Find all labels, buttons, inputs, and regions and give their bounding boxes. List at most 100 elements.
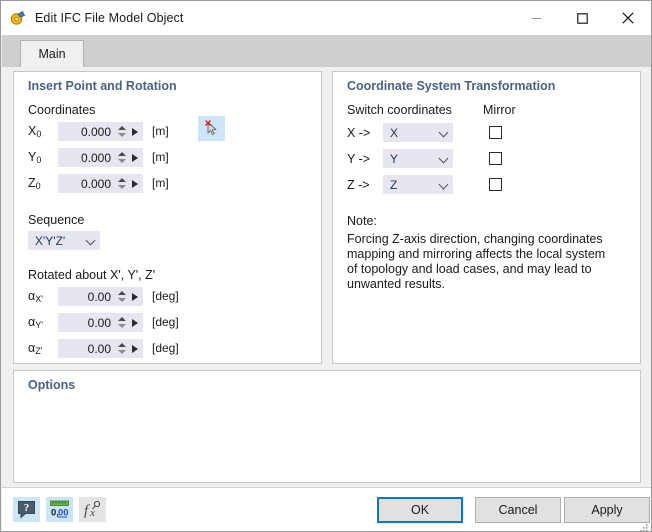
y0-stepper[interactable] (117, 149, 128, 166)
function-button[interactable]: f x (79, 497, 106, 522)
alpha-z-value: 0.00 (58, 342, 117, 356)
minimize-button[interactable] (513, 2, 559, 34)
apply-button-label: Apply (591, 503, 622, 517)
alpha-z-expand-icon[interactable] (131, 340, 140, 357)
y0-expand-icon[interactable] (131, 149, 140, 166)
tab-main-label: Main (38, 47, 65, 61)
alpha-x-stepper[interactable] (117, 288, 128, 305)
z0-value: 0.000 (58, 177, 117, 191)
coord-panel-title: Coordinate System Transformation (347, 79, 555, 93)
resize-grip[interactable] (639, 520, 649, 530)
switch-z-value: Z (390, 178, 437, 192)
decimal-places-icon: 0, 00 (46, 497, 73, 522)
chevron-down-icon (437, 149, 453, 168)
alpha-x-input[interactable]: 0.00 (58, 287, 143, 306)
alpha-y-input[interactable]: 0.00 (58, 313, 143, 332)
help-icon: ? (13, 497, 40, 522)
switch-z-select[interactable]: Z (383, 175, 453, 194)
cancel-button[interactable]: Cancel (475, 497, 561, 523)
switch-y-select[interactable]: Y (383, 149, 453, 168)
y0-input[interactable]: 0.000 (58, 148, 143, 167)
ok-button-label: OK (411, 503, 429, 517)
switch-x-value: X (390, 126, 437, 140)
y0-label: Y0 (28, 150, 41, 164)
resize-grip-icon (639, 523, 649, 532)
y0-value: 0.000 (58, 151, 117, 165)
z0-label: Z0 (28, 176, 41, 190)
ok-button[interactable]: OK (377, 497, 463, 523)
coordinates-label: Coordinates (28, 103, 95, 117)
z0-input[interactable]: 0.000 (58, 174, 143, 193)
close-icon (622, 12, 634, 24)
switch-y-value: Y (390, 152, 437, 166)
insert-panel-title: Insert Point and Rotation (28, 79, 177, 93)
options-panel-title: Options (28, 378, 75, 392)
alpha-y-label: αY' (28, 315, 43, 329)
alpha-y-value: 0.00 (58, 316, 117, 330)
decimal-places-button[interactable]: 0, 00 (46, 497, 73, 522)
tab-strip: Main (2, 35, 652, 67)
sequence-value: X'Y'Z' (35, 234, 84, 248)
pick-point-button[interactable] (198, 116, 225, 141)
z0-expand-icon[interactable] (131, 175, 140, 192)
sequence-select[interactable]: X'Y'Z' (28, 231, 100, 250)
z0-stepper[interactable] (117, 175, 128, 192)
switch-coordinates-label: Switch coordinates (347, 103, 452, 117)
svg-text:x: x (89, 507, 95, 519)
options-panel: Options (13, 370, 641, 483)
insert-point-and-rotation-panel: Insert Point and Rotation Coordinates X0… (13, 71, 322, 364)
alpha-z-unit: [deg] (152, 341, 179, 355)
maximize-button[interactable] (559, 2, 605, 34)
note-label: Note: (347, 214, 377, 228)
alpha-z-label: αZ' (28, 341, 42, 355)
x0-label: X0 (28, 124, 41, 138)
maximize-icon (577, 13, 588, 24)
switch-x-label: X -> (347, 126, 370, 140)
coordinate-system-transformation-panel: Coordinate System Transformation Switch … (332, 71, 641, 364)
alpha-x-expand-icon[interactable] (131, 288, 140, 305)
y0-unit: [m] (152, 150, 169, 164)
x0-stepper[interactable] (117, 123, 128, 140)
alpha-y-stepper[interactable] (117, 314, 128, 331)
apply-button[interactable]: Apply (564, 497, 650, 523)
title-bar: Edit IFC File Model Object (1, 1, 651, 35)
chevron-down-icon (84, 231, 100, 250)
close-button[interactable] (605, 2, 651, 34)
window-title: Edit IFC File Model Object (35, 11, 513, 25)
mirror-y-checkbox[interactable] (489, 152, 502, 165)
pick-point-icon (198, 116, 225, 141)
switch-y-label: Y -> (347, 152, 370, 166)
switch-x-select[interactable]: X (383, 123, 453, 142)
x0-value: 0.000 (58, 125, 117, 139)
x0-input[interactable]: 0.000 (58, 122, 143, 141)
mirror-x-checkbox[interactable] (489, 126, 502, 139)
tab-main[interactable]: Main (20, 40, 84, 67)
mirror-label: Mirror (483, 103, 516, 117)
ifc-object-icon (10, 10, 26, 26)
alpha-y-expand-icon[interactable] (131, 314, 140, 331)
chevron-down-icon (437, 123, 453, 142)
alpha-x-unit: [deg] (152, 289, 179, 303)
function-icon: f x (79, 497, 106, 522)
switch-z-label: Z -> (347, 178, 370, 192)
alpha-y-unit: [deg] (152, 315, 179, 329)
svg-text:?: ? (24, 502, 30, 514)
rotated-about-label: Rotated about X', Y', Z' (28, 268, 155, 282)
dialog-client-area: Insert Point and Rotation Coordinates X0… (2, 67, 652, 487)
alpha-x-label: αX' (28, 289, 43, 303)
help-button[interactable]: ? (13, 497, 40, 522)
dialog-footer: ? 0, 00 f x (2, 487, 652, 532)
x0-expand-icon[interactable] (131, 123, 140, 140)
z0-unit: [m] (152, 176, 169, 190)
alpha-z-stepper[interactable] (117, 340, 128, 357)
cancel-button-label: Cancel (499, 503, 538, 517)
alpha-z-input[interactable]: 0.00 (58, 339, 143, 358)
x0-unit: [m] (152, 124, 169, 138)
alpha-x-value: 0.00 (58, 290, 117, 304)
sequence-label: Sequence (28, 213, 84, 227)
mirror-z-checkbox[interactable] (489, 178, 502, 191)
note-text: Forcing Z-axis direction, changing coord… (347, 232, 607, 292)
chevron-down-icon (437, 175, 453, 194)
dialog-window: Edit IFC File Model Object Main Insert (0, 0, 652, 532)
minimize-icon (531, 13, 542, 24)
